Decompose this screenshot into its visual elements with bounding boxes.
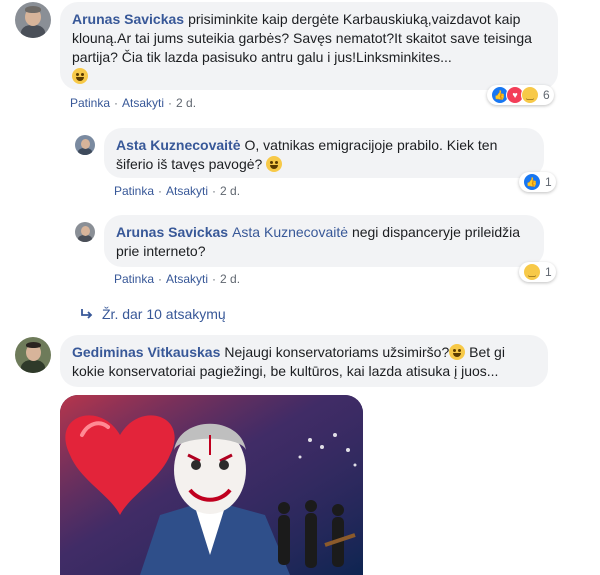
comment-author[interactable]: Gediminas Vitkauskas bbox=[72, 344, 220, 360]
timestamp[interactable]: 2 d. bbox=[220, 184, 240, 198]
reactions-summary[interactable]: 👍 1 bbox=[519, 172, 556, 192]
avatar[interactable] bbox=[75, 222, 95, 242]
like-icon: 👍 bbox=[523, 173, 541, 191]
reply-link[interactable]: Atsakyti bbox=[166, 184, 208, 198]
grinning-face-emoji bbox=[266, 156, 283, 172]
avatar[interactable] bbox=[15, 2, 51, 38]
comment-author[interactable]: Arunas Savickas bbox=[72, 11, 184, 27]
reactions-summary[interactable]: 👍 ♥ ‿ 6 bbox=[487, 85, 554, 105]
reaction-count: 1 bbox=[545, 175, 552, 189]
view-more-replies-label: Žr. dar 10 atsakymų bbox=[102, 306, 226, 322]
photo-image bbox=[60, 395, 363, 575]
like-link[interactable]: Patinka bbox=[114, 184, 154, 198]
comment-bubble: Arunas Savickas prisiminkite kaip dergėte… bbox=[60, 2, 558, 90]
reply-link[interactable]: Atsakyti bbox=[166, 272, 208, 286]
comment-bubble: Asta Kuznecovaitė O, vatnikas emigracijoj… bbox=[104, 128, 544, 178]
reaction-count: 6 bbox=[543, 88, 550, 102]
haha-icon: ‿ bbox=[523, 263, 541, 281]
mention-link[interactable]: Asta Kuznecovaitė bbox=[232, 224, 348, 240]
timestamp[interactable]: 2 d. bbox=[176, 96, 196, 110]
reply-arrow-icon bbox=[81, 309, 93, 319]
comment-actions: Patinka · Atsakyti · 2 d. bbox=[114, 184, 241, 198]
comment-text-part-1: Nejaugi konservatoriams užsimiršo? bbox=[224, 344, 450, 360]
timestamp[interactable]: 2 d. bbox=[220, 272, 240, 286]
comment-author[interactable]: Arunas Savickas bbox=[116, 224, 228, 240]
comment-bubble: Arunas Savickas Asta Kuznecovaitė negi di… bbox=[104, 215, 544, 267]
reaction-count: 1 bbox=[545, 265, 552, 279]
like-link[interactable]: Patinka bbox=[114, 272, 154, 286]
comment-bubble: Gediminas Vitkauskas Nejaugi konservatori… bbox=[60, 335, 548, 387]
reply-link[interactable]: Atsakyti bbox=[122, 96, 164, 110]
comment-actions: Patinka · Atsakyti · 2 d. bbox=[70, 96, 197, 110]
comment-photo[interactable] bbox=[60, 395, 363, 575]
avatar[interactable] bbox=[75, 135, 95, 155]
like-link[interactable]: Patinka bbox=[70, 96, 110, 110]
grinning-face-emoji bbox=[449, 344, 466, 360]
haha-icon: ‿ bbox=[521, 86, 539, 104]
view-more-replies-link[interactable]: Žr. dar 10 atsakymų bbox=[80, 306, 226, 322]
reactions-summary[interactable]: ‿ 1 bbox=[519, 262, 556, 282]
comment-actions: Patinka · Atsakyti · 2 d. bbox=[114, 272, 241, 286]
grinning-face-emoji bbox=[72, 68, 88, 84]
avatar[interactable] bbox=[15, 337, 51, 373]
comment-author[interactable]: Asta Kuznecovaitė bbox=[116, 137, 240, 153]
